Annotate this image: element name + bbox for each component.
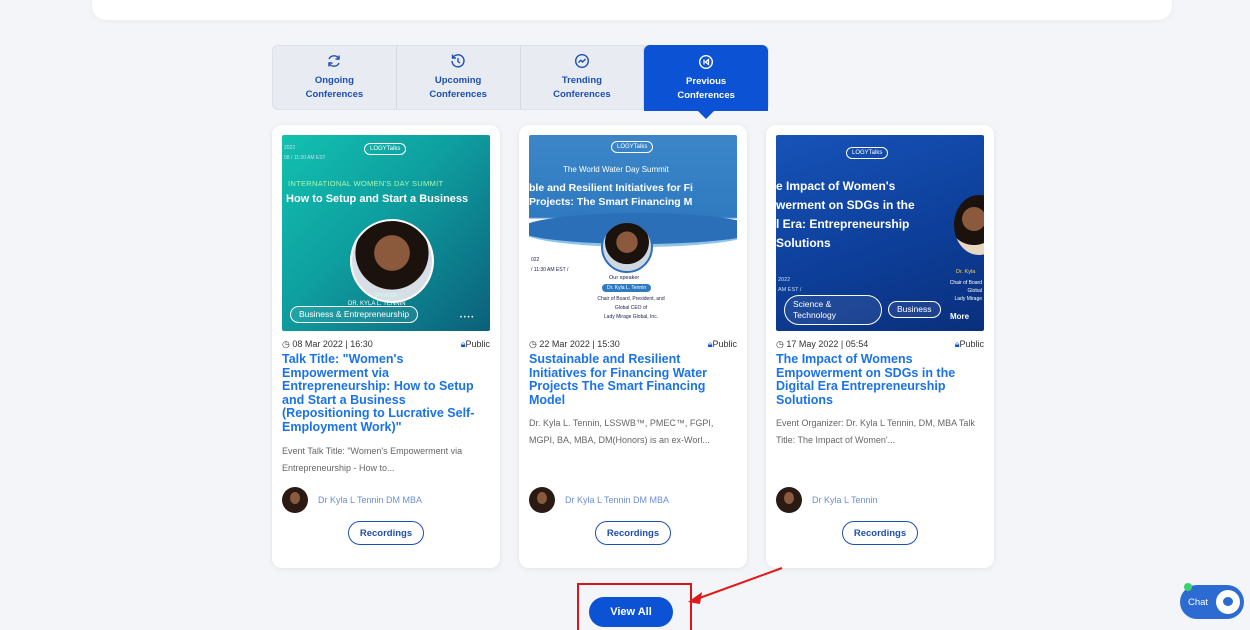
top-panel [92, 0, 1172, 20]
visibility-badge: 🔒︎Public [954, 339, 984, 349]
card-meta: ◷ 22 Mar 2022 | 15:30 🔒︎Public [529, 339, 737, 350]
speaker-info[interactable]: Dr Kyla L Tennin DM MBA [529, 487, 669, 513]
tab-label: Trending Conferences [553, 75, 611, 100]
trending-icon [574, 53, 589, 69]
avatar [282, 487, 308, 513]
conference-card[interactable]: LOGYTalks 2022 08 / 11:30 AM EST INTERNA… [272, 125, 500, 568]
highlight-box [577, 583, 692, 630]
refresh-icon [328, 55, 341, 67]
tab-label: Upcoming Conferences [429, 75, 487, 100]
conference-title[interactable]: Sustainable and Resilient Initiatives fo… [529, 352, 737, 407]
chat-bubble-icon [1216, 590, 1241, 614]
conference-thumbnail[interactable]: LOGYTalks e Impact of Women's werment on… [776, 135, 984, 331]
conference-title[interactable]: Talk Title: "Women's Empowerment via Ent… [282, 352, 490, 434]
more-link[interactable]: More [950, 312, 969, 321]
conference-description: Event Organizer: Dr. Kyla L Tennin, DM, … [776, 418, 975, 445]
speaker-name: Dr Kyla L Tennin DM MBA [318, 495, 423, 505]
avatar [529, 487, 555, 513]
conference-tabs: Ongoing Conferences Upcoming Conferences… [272, 45, 769, 119]
tab-previous-conferences[interactable]: Previous Conferences [644, 45, 768, 119]
speaker-photo [350, 219, 434, 303]
tab-label: Ongoing Conferences [305, 75, 364, 100]
clock-icon: ◷ [282, 339, 290, 349]
category-tag-science[interactable]: Science & Technology [784, 295, 882, 325]
tab-label: Previous Conferences [677, 75, 735, 101]
card-meta: ◷ 08 Mar 2022 | 16:30 🔒︎Public [282, 339, 490, 350]
speaker-info[interactable]: Dr Kyla L Tennin DM MBA [282, 487, 422, 513]
speaker-name: Dr Kyla L Tennin DM MBA [565, 495, 670, 505]
thumb-headline: ble and Resilient Initiatives for Fi Pro… [529, 182, 693, 208]
conference-description: Dr. Kyla L. Tennin, LSSWB™, PMEC™, FGPI,… [529, 418, 714, 445]
tab-ongoing-conferences[interactable]: Ongoing Conferences [273, 46, 397, 109]
conference-card[interactable]: LOGYTalks The World Water Day Summit ble… [519, 125, 747, 568]
avatar [776, 487, 802, 513]
thumb-kicker: The World Water Day Summit [563, 165, 669, 174]
recordings-button[interactable]: Recordings [348, 521, 424, 545]
previous-icon [699, 54, 714, 69]
clock-icon: ◷ [776, 339, 784, 349]
event-date: ◷ 22 Mar 2022 | 15:30 [529, 339, 620, 349]
brand-logo: LOGYTalks [611, 141, 654, 153]
card-meta: ◷ 17 May 2022 | 05:54 🔒︎Public [776, 339, 984, 350]
visibility-badge: 🔒︎Public [460, 339, 490, 349]
conference-description: Event Talk Title: "Women's Empowerment v… [282, 446, 463, 473]
chat-label: Chat [1188, 596, 1209, 608]
recordings-button[interactable]: Recordings [842, 521, 918, 545]
conference-thumbnail[interactable]: LOGYTalks The World Water Day Summit ble… [529, 135, 737, 331]
conference-title[interactable]: The Impact of Womens Empowerment on SDGs… [776, 352, 984, 407]
visibility-badge: 🔒︎Public [707, 339, 737, 349]
thumb-kicker: INTERNATIONAL WOMEN'S DAY SUMMIT [288, 179, 444, 188]
recordings-button[interactable]: Recordings [595, 521, 671, 545]
brand-logo: LOGYTalks [364, 143, 407, 155]
speaker-photo [601, 221, 653, 273]
chat-widget-button[interactable]: Chat [1180, 583, 1244, 619]
speaker-info[interactable]: Dr Kyla L Tennin [776, 487, 878, 513]
clock-icon: ◷ [529, 339, 537, 349]
category-tag-business[interactable]: Business & Entrepreneurship [290, 306, 419, 323]
online-indicator [1184, 583, 1192, 591]
annotation-arrow [688, 567, 783, 604]
tab-trending-conferences[interactable]: Trending Conferences [521, 46, 645, 109]
tab-upcoming-conferences[interactable]: Upcoming Conferences [397, 46, 521, 109]
thumb-headline: e Impact of Women's werment on SDGs in t… [776, 179, 915, 250]
thumb-headline: How to Setup and Start a Business [286, 193, 469, 205]
event-date: ◷ 17 May 2022 | 05:54 [776, 339, 869, 349]
brand-logo: LOGYTalks [846, 147, 889, 159]
category-tag-business[interactable]: Business [888, 301, 941, 318]
history-icon [451, 54, 465, 68]
event-date: ◷ 08 Mar 2022 | 16:30 [282, 339, 373, 349]
conference-card[interactable]: LOGYTalks e Impact of Women's werment on… [766, 125, 994, 568]
conference-thumbnail[interactable]: LOGYTalks 2022 08 / 11:30 AM EST INTERNA… [282, 135, 490, 331]
speaker-name: Dr Kyla L Tennin [812, 495, 878, 505]
more-dots[interactable]: • • • • [460, 315, 473, 321]
